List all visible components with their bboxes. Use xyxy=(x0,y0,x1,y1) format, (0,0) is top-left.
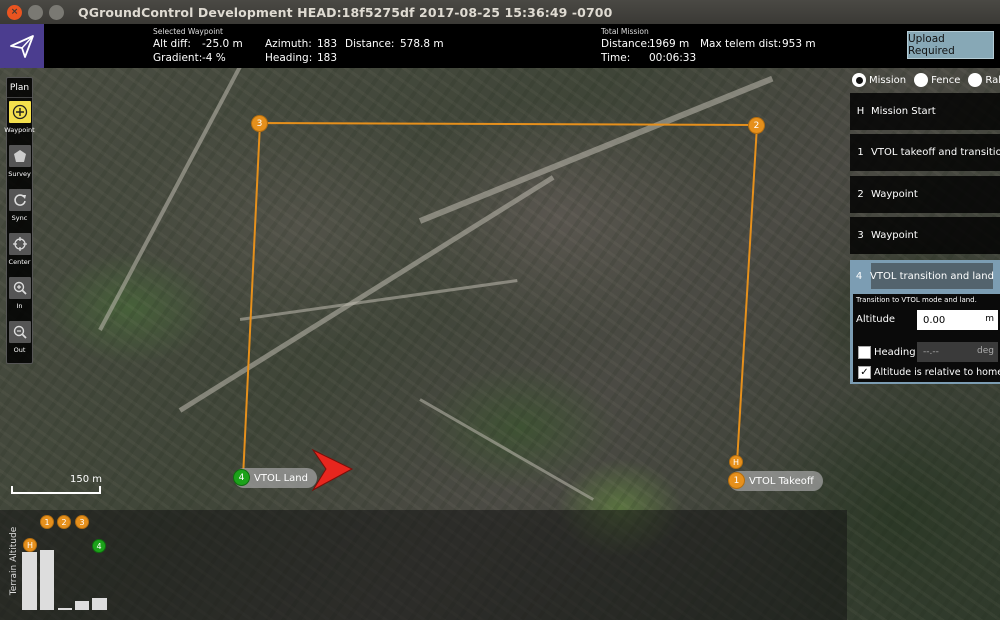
waypoint-marker-4[interactable]: 4 xyxy=(233,469,250,486)
crosshair-icon xyxy=(8,233,31,255)
radio-selected-icon xyxy=(852,73,866,87)
plus-circle-icon xyxy=(8,101,31,123)
radio-mission-label: Mission xyxy=(869,74,907,86)
tool-waypoint-label: Waypoint xyxy=(4,126,35,134)
tool-zoom-in-label: In xyxy=(16,302,23,310)
mission-item-num: 2 xyxy=(857,189,864,200)
vehicle-arrow-icon xyxy=(311,448,354,492)
terrain-marker-3: 3 xyxy=(75,515,89,529)
plan-toolstrip: Plan Waypoint Survey Sync Center In Out xyxy=(4,77,35,364)
tool-survey[interactable]: Survey xyxy=(7,142,32,186)
relative-altitude-label: Altitude is relative to home xyxy=(874,367,1000,378)
heading-field[interactable]: --.-- deg xyxy=(917,342,998,362)
radio-rally-label: Rally xyxy=(985,74,1000,86)
radio-fence-label: Fence xyxy=(931,74,961,86)
heading-placeholder: --.-- xyxy=(923,347,939,357)
relative-altitude-checkbox[interactable]: ✓ xyxy=(858,366,871,379)
mission-item-num: 4 xyxy=(855,270,863,282)
radio-rally[interactable]: Rally xyxy=(966,73,1000,87)
radio-unselected-icon xyxy=(968,73,983,87)
mission-item-label: Waypoint xyxy=(871,189,918,200)
terrain-marker-home: H xyxy=(23,538,37,552)
mission-item-4-editor: 4 VTOL transition and land Transition to… xyxy=(850,260,1000,384)
terrain-altitude-title: Terrain Altitude xyxy=(9,526,19,596)
terrain-altitude-panel: Terrain Altitude 1 2 3 H 4 xyxy=(0,510,847,620)
terrain-bar xyxy=(75,601,89,610)
survey-polygon-icon xyxy=(8,145,31,167)
tool-survey-label: Survey xyxy=(8,170,31,178)
altitude-field[interactable]: 0.00 m xyxy=(917,310,998,330)
command-selector[interactable]: VTOL transition and land xyxy=(870,263,994,289)
mission-item-2[interactable]: 2 Waypoint xyxy=(850,176,1000,213)
zoom-out-icon xyxy=(8,321,31,343)
toolstrip-title: Plan xyxy=(7,78,32,98)
sync-icon xyxy=(8,189,31,211)
terrain-bar xyxy=(92,598,107,610)
mission-item-num: 3 xyxy=(857,230,864,241)
mission-item-label: Mission Start xyxy=(871,106,936,117)
tool-center[interactable]: Center xyxy=(7,230,32,274)
heading-label: Heading xyxy=(874,347,916,358)
tool-sync[interactable]: Sync xyxy=(7,186,32,230)
radio-unselected-icon xyxy=(914,73,929,87)
tool-center-label: Center xyxy=(8,258,31,266)
mission-item-4-header: 4 VTOL transition and land xyxy=(850,262,1000,290)
waypoint-marker-1[interactable]: 1 xyxy=(728,472,745,489)
terrain-bar xyxy=(58,608,72,610)
map-scale-label: 150 m xyxy=(70,474,103,485)
altitude-label: Altitude xyxy=(856,314,896,325)
terrain-marker-1: 1 xyxy=(40,515,54,529)
checkmark-icon: ✓ xyxy=(860,367,869,378)
command-description: Transition to VTOL mode and land. xyxy=(856,296,977,304)
mission-item-3[interactable]: 3 Waypoint xyxy=(850,217,1000,254)
radio-fence[interactable]: Fence xyxy=(912,73,960,87)
mission-item-num: 1 xyxy=(857,147,864,158)
mission-item-label: VTOL takeoff and transition xyxy=(871,147,1000,158)
mission-item-label: Waypoint xyxy=(871,230,918,241)
terrain-bar xyxy=(22,552,37,610)
heading-checkbox[interactable] xyxy=(858,346,871,359)
waypoint-marker-3[interactable]: 3 xyxy=(251,115,268,132)
tool-waypoint[interactable]: Waypoint xyxy=(4,98,35,142)
heading-unit: deg xyxy=(977,346,994,356)
terrain-marker-2: 2 xyxy=(57,515,71,529)
tool-zoom-out[interactable]: Out xyxy=(7,318,32,362)
terrain-marker-4: 4 xyxy=(92,539,106,553)
terrain-bar xyxy=(40,550,54,610)
layer-selector: Mission Fence Rally xyxy=(850,70,1000,90)
zoom-in-icon xyxy=(8,277,31,299)
map-scale-bar xyxy=(11,486,101,494)
home-marker[interactable]: H xyxy=(729,455,743,469)
altitude-unit: m xyxy=(985,314,994,324)
radio-mission[interactable]: Mission xyxy=(850,73,906,87)
mission-item-1[interactable]: 1 VTOL takeoff and transition xyxy=(850,134,1000,171)
tool-sync-label: Sync xyxy=(11,214,28,222)
tool-zoom-out-label: Out xyxy=(13,346,26,354)
mission-item-params: Transition to VTOL mode and land. Altitu… xyxy=(853,294,1000,382)
tool-zoom-in[interactable]: In xyxy=(7,274,32,318)
mission-item-num: H xyxy=(856,106,865,117)
waypoint-marker-2[interactable]: 2 xyxy=(748,117,765,134)
mission-item-home[interactable]: H Mission Start xyxy=(850,93,1000,130)
altitude-value: 0.00 xyxy=(923,314,946,326)
